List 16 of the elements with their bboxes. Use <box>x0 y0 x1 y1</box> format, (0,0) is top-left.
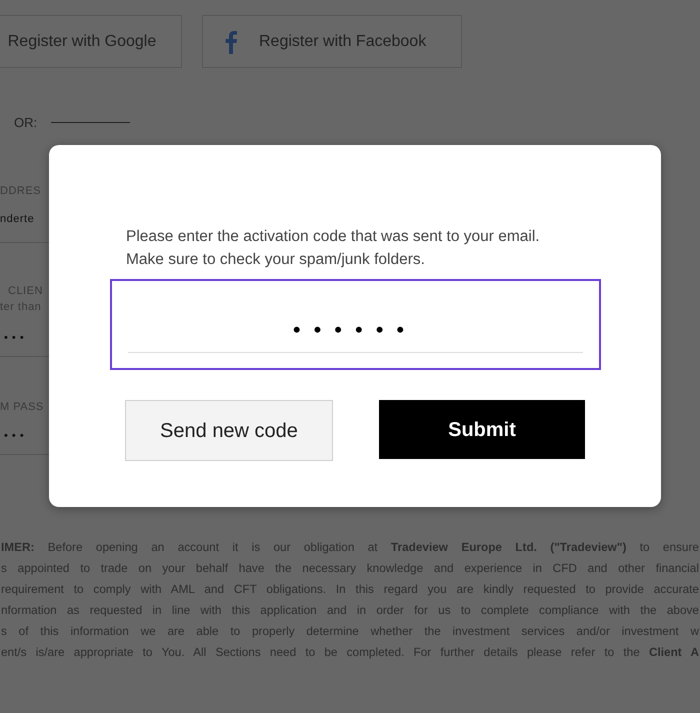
send-code-button[interactable]: Send new code <box>125 400 333 461</box>
password-value: • • • <box>3 330 26 346</box>
disclaimer-text: s of this information we are able to properly determine whether the investment services and/or investment w <box>1 623 699 640</box>
disclaimer-text: IMER: Before opening an account it is our obligation at Tradeview Europe Ltd. ("Tradeview") to ensure <box>1 539 699 556</box>
disclaimer-text: s appointed to trade on your behalf have the necessary knowledge and experience in CFD and other financial <box>1 560 699 577</box>
or-label: OR: <box>14 114 38 132</box>
password-value: • • • <box>3 428 26 444</box>
disclaimer-text: ent/s is/are appropriate to You. All Sections need to be completed. For further details please refer to the Client A <box>1 644 699 661</box>
submit-button[interactable]: Submit <box>379 400 585 459</box>
code-input[interactable]: •••••• <box>128 307 582 353</box>
facebook-icon <box>225 30 237 54</box>
disclaimer-text: requirement to comply with AML and CFT obligations. In this regard you are kindly requested to provide accurate <box>1 581 699 598</box>
field-value: nderte <box>0 212 36 227</box>
code-field[interactable]: •••••• <box>110 279 600 370</box>
dialog-message: Please enter the activation code that was sent to your email. Make sure to check your spam/junk folders. <box>126 227 541 270</box>
disclaimer-text: nformation as requested in line with this application and in order for us to complete compliance with the above <box>1 602 699 619</box>
